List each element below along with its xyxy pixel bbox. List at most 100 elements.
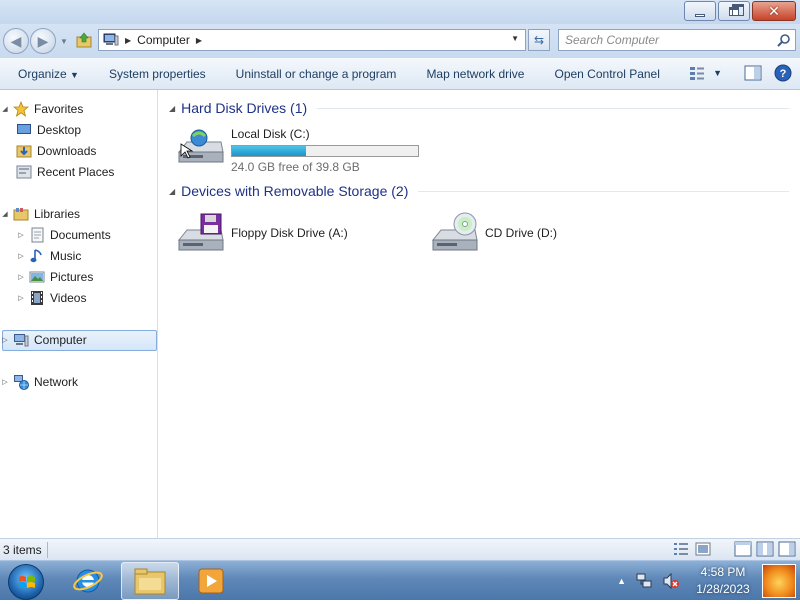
nav-label: Libraries [34, 207, 81, 221]
star-icon [13, 101, 29, 117]
expand-arrow-icon[interactable]: ▷ [0, 378, 10, 386]
breadcrumb-separator-icon[interactable]: ▶ [125, 36, 131, 45]
expand-arrow-icon[interactable]: ▷ [16, 294, 26, 302]
change-view-button[interactable]: ▼ [689, 66, 722, 80]
drive-local-disk-c[interactable]: Local Disk (C:) 24.0 GB free of 39.8 GB [177, 126, 419, 174]
search-icon[interactable] [777, 33, 791, 47]
taskbar-internet-explorer[interactable] [59, 562, 117, 600]
view-controls: ▼ ? [689, 64, 792, 82]
nav-label: Recent Places [37, 165, 115, 179]
collapse-arrow-icon[interactable]: ◢ [0, 210, 10, 218]
large-icons-view-icon[interactable] [694, 541, 712, 557]
expand-arrow-icon[interactable]: ▷ [0, 336, 10, 344]
restore-button[interactable] [718, 1, 750, 21]
start-button[interactable] [8, 564, 44, 600]
windows-logo-icon [19, 576, 35, 588]
recent-pages-dropdown[interactable]: ▼ [60, 37, 68, 46]
music-icon [30, 249, 42, 263]
search-box[interactable] [558, 29, 796, 51]
command-bar: Organize ▼ System properties Uninstall o… [0, 58, 800, 90]
expand-arrow-icon[interactable]: ▷ [16, 273, 26, 281]
group-title: Devices with Removable Storage (2) [181, 183, 409, 199]
close-button[interactable]: ✕ [752, 1, 796, 21]
layout-single-pane-icon[interactable] [734, 541, 752, 557]
group-header-removable-storage[interactable]: ◢ Devices with Removable Storage (2) [169, 183, 789, 199]
refresh-button[interactable]: ⇆ [528, 29, 550, 51]
preview-pane-icon[interactable] [744, 65, 762, 81]
search-input[interactable] [565, 33, 765, 47]
chevron-down-icon: ▼ [70, 69, 79, 80]
minimize-button[interactable] [684, 1, 716, 21]
organize-label: Organize [18, 66, 67, 81]
group-divider [317, 107, 789, 109]
navigation-pane: ◢ Favorites Desktop Downloads Recent Pla… [0, 90, 158, 538]
drive-name: Local Disk (C:) [231, 127, 310, 141]
drive-free-space: 24.0 GB free of 39.8 GB [231, 160, 360, 174]
nav-label: Desktop [37, 123, 82, 137]
address-dropdown-icon[interactable]: ▼ [511, 34, 519, 43]
map-network-drive-button[interactable]: Map network drive [411, 67, 539, 81]
nav-item-downloads[interactable]: Downloads [16, 141, 96, 161]
disk-usage-fill [232, 146, 306, 156]
system-tray: ▲ 4:58 PM 1/28/2023 [617, 561, 800, 601]
nav-label: Network [34, 375, 79, 389]
system-properties-button[interactable]: System properties [94, 67, 221, 81]
nav-label: Documents [50, 228, 111, 242]
details-view-icon[interactable] [672, 541, 690, 557]
expand-arrow-icon[interactable]: ▷ [16, 231, 26, 239]
desktop-icon [17, 124, 31, 134]
nav-item-pictures[interactable]: ▷ Pictures [16, 267, 93, 287]
minimize-icon [695, 13, 705, 17]
open-control-panel-button[interactable]: Open Control Panel [539, 67, 674, 81]
status-bar: 3 items [0, 538, 800, 560]
back-button[interactable]: ◀ [3, 28, 29, 54]
nav-item-desktop[interactable]: Desktop [16, 120, 81, 140]
collapse-arrow-icon[interactable]: ◢ [169, 187, 175, 196]
up-folder-icon[interactable] [76, 32, 92, 48]
show-desktop-button[interactable] [762, 564, 796, 598]
show-hidden-icons-button[interactable]: ▲ [617, 576, 626, 586]
nav-label: Computer [34, 333, 87, 347]
forward-button[interactable]: ▶ [30, 28, 56, 54]
breadcrumb-separator-icon[interactable]: ▶ [196, 36, 202, 45]
nav-label: Videos [50, 291, 87, 305]
nav-item-videos[interactable]: ▷ Videos [16, 288, 86, 308]
taskbar-windows-explorer[interactable] [121, 562, 179, 600]
view-icon [690, 67, 705, 80]
volume-muted-icon[interactable] [662, 573, 680, 589]
layout-preview-pane-icon[interactable] [778, 541, 796, 557]
item-count: 3 items [3, 543, 42, 557]
videos-icon [31, 291, 43, 305]
drive-cd-d[interactable]: CD Drive (D:) [431, 212, 557, 254]
organize-menu[interactable]: Organize ▼ [0, 67, 94, 81]
hard-drive-icon [177, 129, 224, 163]
breadcrumb-computer[interactable]: Computer [137, 33, 190, 47]
nav-item-music[interactable]: ▷ Music [16, 246, 81, 266]
group-header-hard-disk-drives[interactable]: ◢ Hard Disk Drives (1) [169, 100, 789, 116]
floppy-drive-icon [177, 213, 224, 251]
help-icon[interactable]: ? [774, 64, 792, 82]
address-bar[interactable]: ▶ Computer ▶ ▼ [98, 29, 526, 51]
uninstall-program-button[interactable]: Uninstall or change a program [221, 67, 412, 81]
nav-item-recent-places[interactable]: Recent Places [16, 162, 114, 182]
drive-name: CD Drive (D:) [485, 226, 557, 240]
nav-item-computer[interactable]: ▷ Computer [0, 330, 87, 350]
clock[interactable]: 4:58 PM 1/28/2023 [686, 564, 760, 598]
collapse-arrow-icon[interactable]: ◢ [169, 104, 175, 113]
taskbar-media-player[interactable] [182, 562, 240, 600]
nav-item-libraries[interactable]: ◢ Libraries [0, 204, 80, 224]
file-list: ◢ Hard Disk Drives (1) Local Disk (C:) 2… [159, 90, 800, 538]
network-status-icon[interactable] [636, 573, 654, 589]
nav-item-favorites[interactable]: ◢ Favorites [0, 99, 83, 119]
nav-label: Music [50, 249, 82, 263]
drive-floppy-a[interactable]: Floppy Disk Drive (A:) [177, 212, 348, 254]
collapse-arrow-icon[interactable]: ◢ [0, 105, 10, 113]
nav-item-documents[interactable]: ▷ Documents [16, 225, 111, 245]
nav-item-network[interactable]: ▷ Network [0, 372, 78, 392]
expand-arrow-icon[interactable]: ▷ [16, 252, 26, 260]
clock-time: 4:58 PM [700, 565, 746, 579]
layout-details-pane-icon[interactable] [756, 541, 774, 557]
taskbar: ▲ 4:58 PM 1/28/2023 [0, 560, 800, 600]
caption-buttons: ✕ [684, 1, 796, 21]
libraries-icon [13, 208, 29, 221]
